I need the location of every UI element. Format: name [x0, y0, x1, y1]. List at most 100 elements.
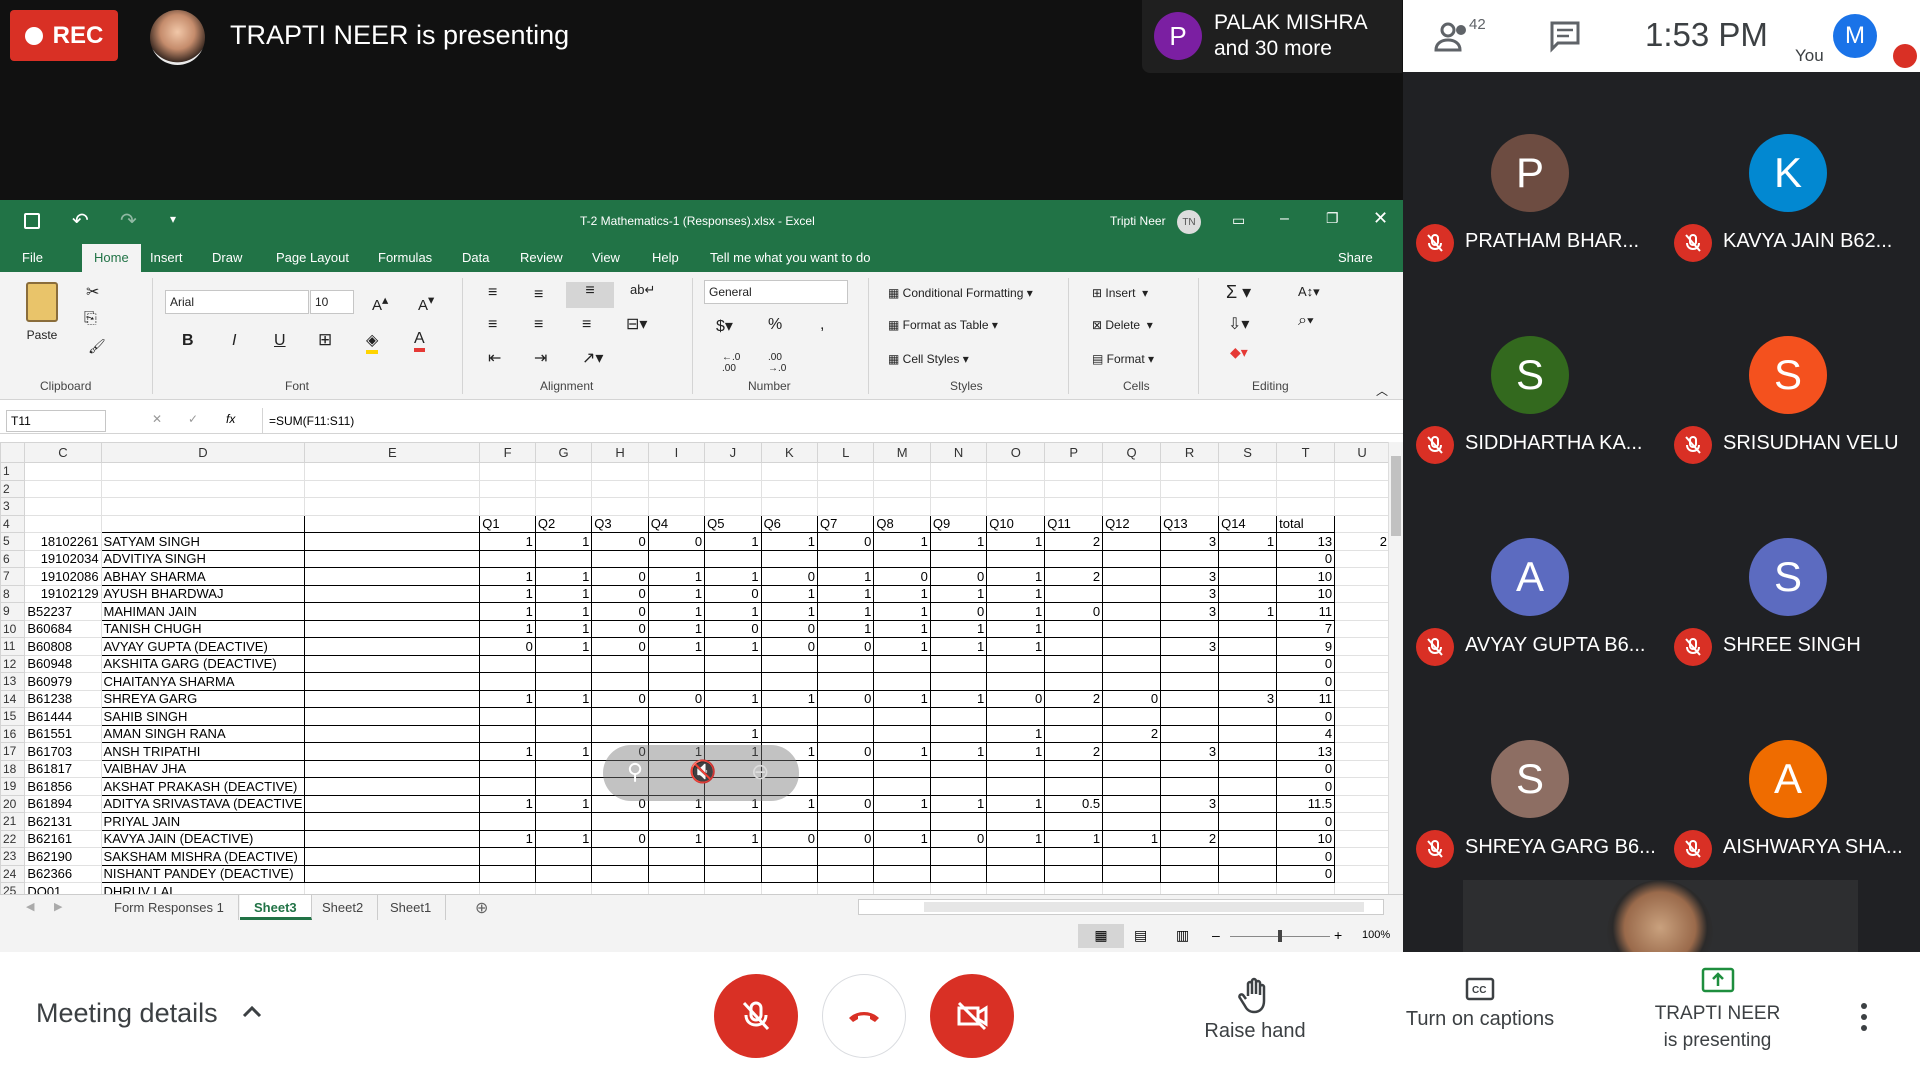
cell[interactable] — [647, 549, 706, 568]
confirm-entry-icon[interactable]: ✓ — [188, 412, 198, 426]
cell[interactable]: SAHIB SINGH — [100, 707, 306, 726]
cell[interactable]: 0 — [704, 619, 762, 638]
cell[interactable] — [873, 759, 931, 778]
cell[interactable] — [304, 707, 481, 726]
cell[interactable] — [1218, 584, 1278, 603]
people-button[interactable]: 42 — [1433, 16, 1493, 54]
cell[interactable]: Q12 — [1102, 514, 1162, 533]
cell[interactable] — [591, 654, 649, 673]
align-right-icon[interactable]: ≡ — [582, 316, 591, 334]
cell[interactable]: ADVITIYA SINGH — [100, 549, 306, 568]
cell[interactable] — [1102, 462, 1162, 481]
cell[interactable] — [534, 462, 593, 481]
cell[interactable] — [1218, 707, 1278, 726]
cell[interactable] — [1044, 479, 1104, 498]
cell[interactable] — [1160, 864, 1220, 883]
participant-tile[interactable]: A AISHWARYA SHA... — [1661, 678, 1919, 878]
cell[interactable]: Q14 — [1218, 514, 1278, 533]
cell[interactable] — [479, 497, 536, 516]
cell[interactable]: 1 — [986, 532, 1046, 551]
cell[interactable] — [534, 812, 593, 831]
column-header[interactable]: L — [816, 442, 875, 463]
cell[interactable]: 1 — [1218, 602, 1278, 621]
column-header[interactable]: R — [1160, 442, 1220, 463]
cell[interactable]: Q4 — [647, 514, 706, 533]
format-as-table-button[interactable]: ▦ Format as Table ▾ — [888, 318, 998, 332]
cell[interactable]: 1 — [929, 584, 988, 603]
ribbon-tab-draw[interactable]: Draw — [212, 250, 242, 265]
increase-decimal-icon[interactable]: ←.0.00 — [722, 352, 740, 374]
cell[interactable]: Q7 — [816, 514, 875, 533]
cell[interactable] — [479, 549, 536, 568]
cell[interactable] — [647, 654, 706, 673]
cell[interactable]: 1 — [647, 567, 706, 586]
cell[interactable] — [704, 864, 762, 883]
cell[interactable] — [534, 479, 593, 498]
cell[interactable]: 1 — [760, 689, 818, 708]
cell[interactable]: 2 — [1102, 724, 1162, 743]
cell[interactable] — [1334, 812, 1390, 831]
column-header[interactable]: U — [1334, 442, 1390, 463]
cell[interactable] — [704, 462, 762, 481]
cell[interactable] — [986, 497, 1046, 516]
cell[interactable]: 2 — [1334, 532, 1390, 551]
cell[interactable] — [1102, 742, 1162, 761]
cell[interactable]: 11 — [1276, 689, 1336, 708]
delete-cells-button[interactable]: ⊠ Delete ▾ — [1092, 318, 1153, 332]
cell[interactable] — [1218, 794, 1278, 813]
cell[interactable] — [986, 777, 1046, 796]
cell[interactable]: 3 — [1160, 584, 1220, 603]
cell[interactable]: B62366 — [24, 864, 102, 883]
cell[interactable]: 1 — [816, 602, 875, 621]
cell[interactable] — [704, 654, 762, 673]
cell[interactable] — [986, 654, 1046, 673]
cell[interactable]: Q10 — [986, 514, 1046, 533]
cell[interactable] — [704, 479, 762, 498]
column-header[interactable]: O — [986, 442, 1046, 463]
cell[interactable] — [1218, 672, 1278, 691]
ribbon-tab-insert[interactable]: Insert — [150, 250, 183, 265]
cell[interactable] — [534, 864, 593, 883]
zoom-in-icon[interactable]: + — [1334, 927, 1342, 943]
bold-button[interactable]: B — [182, 332, 194, 350]
cell[interactable] — [304, 637, 481, 656]
cell[interactable] — [304, 567, 481, 586]
cell[interactable]: 0 — [591, 689, 649, 708]
cell[interactable]: 1 — [479, 742, 536, 761]
cell[interactable] — [816, 812, 875, 831]
cell[interactable]: 1 — [647, 584, 706, 603]
cell[interactable] — [647, 497, 706, 516]
cell[interactable]: 0 — [760, 637, 818, 656]
cell[interactable]: 0 — [760, 567, 818, 586]
cell[interactable]: 1 — [647, 619, 706, 638]
cell[interactable] — [534, 497, 593, 516]
cell[interactable]: 1 — [760, 584, 818, 603]
cell[interactable]: 1 — [647, 602, 706, 621]
cell[interactable]: 1 — [479, 532, 536, 551]
cell[interactable] — [304, 497, 481, 516]
cell[interactable]: ADITYA SRIVASTAVA (DEACTIVE — [100, 794, 306, 813]
sheet-tab-form-responses-1[interactable]: Form Responses 1 — [100, 895, 239, 920]
cell[interactable] — [304, 882, 481, 894]
cell[interactable] — [1044, 812, 1104, 831]
name-box[interactable]: T11 — [6, 410, 106, 432]
cell[interactable] — [873, 777, 931, 796]
cell[interactable] — [816, 497, 875, 516]
cell[interactable] — [760, 479, 818, 498]
format-cells-button[interactable]: ▤ Format ▾ — [1092, 352, 1154, 366]
cell[interactable] — [986, 864, 1046, 883]
cell[interactable] — [304, 654, 481, 673]
cell[interactable] — [479, 812, 536, 831]
cell[interactable] — [479, 479, 536, 498]
row-header[interactable]: 11 — [0, 637, 26, 656]
row-header[interactable]: 3 — [0, 497, 26, 516]
cell[interactable]: 1 — [873, 742, 931, 761]
cell[interactable] — [704, 707, 762, 726]
ribbon-tab-home[interactable]: Home — [82, 244, 141, 272]
cell[interactable] — [100, 497, 306, 516]
worksheet-grid[interactable]: C D E F G H I J K L M N O P Q R S T U 1 2 3 4 Q1 Q2 Q3 Q4 Q5 Q6 Q7 Q8 Q… — [0, 442, 1390, 894]
restore-icon[interactable]: ❐ — [1326, 210, 1339, 227]
cell[interactable] — [647, 479, 706, 498]
cell[interactable]: 0 — [1276, 864, 1336, 883]
cell[interactable] — [1044, 759, 1104, 778]
